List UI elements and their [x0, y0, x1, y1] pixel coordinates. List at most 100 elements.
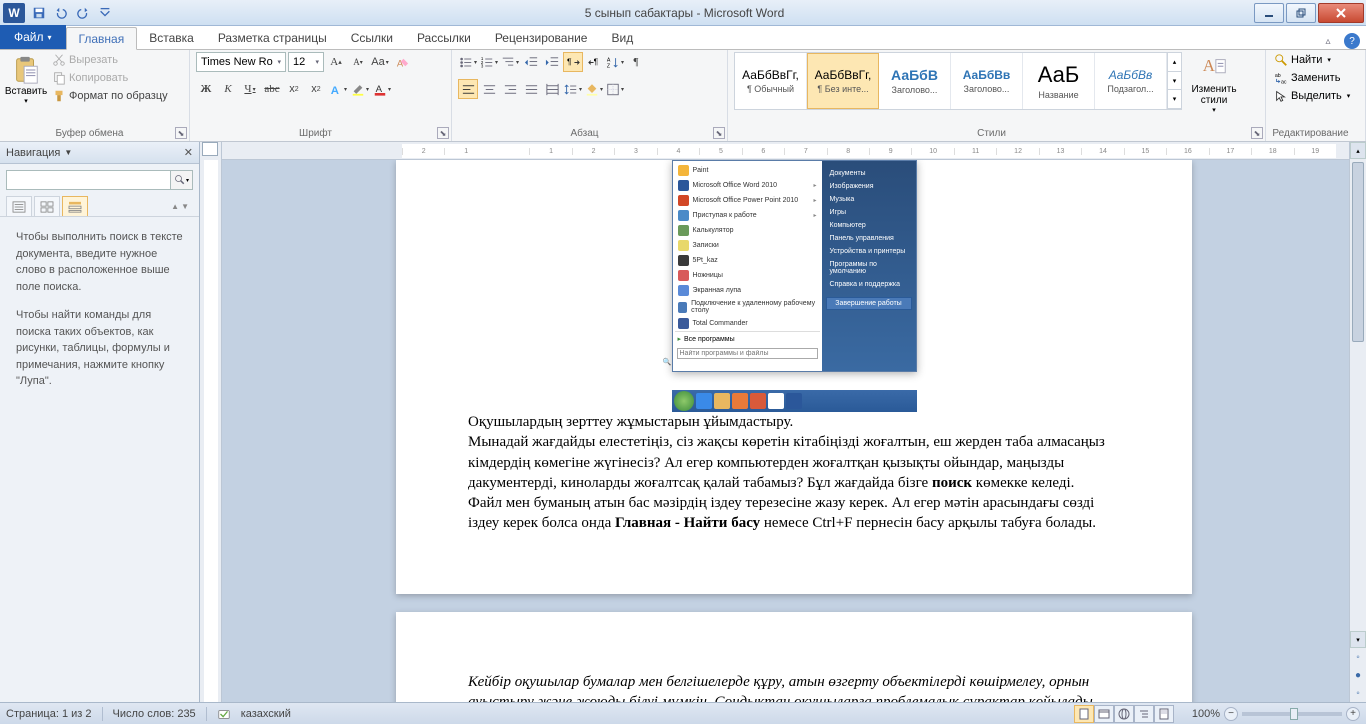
- decrease-indent-button[interactable]: [521, 52, 541, 72]
- font-color-button[interactable]: A: [372, 79, 392, 99]
- line-spacing-button[interactable]: [563, 79, 583, 99]
- justify-button[interactable]: [521, 79, 541, 99]
- zoom-value[interactable]: 100%: [1192, 708, 1220, 720]
- qat-customize-icon[interactable]: [95, 3, 115, 23]
- superscript-button[interactable]: x2: [306, 79, 326, 99]
- font-size-combo[interactable]: 12: [288, 52, 324, 72]
- align-left-button[interactable]: [458, 79, 478, 99]
- view-full-screen[interactable]: [1094, 705, 1114, 723]
- align-right-button[interactable]: [500, 79, 520, 99]
- numbering-button[interactable]: 123: [479, 52, 499, 72]
- style-normal[interactable]: АаБбВвГг,¶ Обычный: [735, 53, 807, 109]
- paragraph-launcher[interactable]: ⬊: [713, 127, 725, 139]
- minimize-button[interactable]: [1254, 3, 1284, 23]
- nav-tab-headings[interactable]: [6, 196, 32, 216]
- shading-button[interactable]: [584, 79, 604, 99]
- view-outline[interactable]: [1134, 705, 1154, 723]
- tab-references[interactable]: Ссылки: [339, 26, 405, 49]
- clipboard-launcher[interactable]: ⬊: [175, 127, 187, 139]
- prev-page-icon[interactable]: ◦: [1350, 649, 1366, 666]
- style-subtitle[interactable]: АаБбВвПодзагол...: [1095, 53, 1167, 109]
- copy-button[interactable]: Копировать: [50, 70, 170, 86]
- style-heading2[interactable]: АаБбВвЗаголово...: [951, 53, 1023, 109]
- file-tab[interactable]: Файл: [0, 25, 66, 49]
- change-case-button[interactable]: Aa: [370, 52, 390, 72]
- shrink-font-button[interactable]: A▾: [348, 52, 368, 72]
- ribbon-minimize-icon[interactable]: ▵: [1320, 33, 1336, 49]
- view-draft[interactable]: [1154, 705, 1174, 723]
- paste-button[interactable]: Вставить ▾: [6, 52, 46, 126]
- nav-next-icon[interactable]: ▼: [181, 202, 189, 211]
- view-print-layout[interactable]: [1074, 705, 1094, 723]
- increase-indent-button[interactable]: [542, 52, 562, 72]
- styles-scroll-up[interactable]: ▴: [1168, 53, 1181, 72]
- underline-button[interactable]: Ч: [240, 79, 260, 99]
- ltr-button[interactable]: ¶: [563, 52, 583, 72]
- find-button[interactable]: Найти▾: [1272, 52, 1352, 68]
- undo-icon[interactable]: [51, 3, 71, 23]
- style-heading1[interactable]: АаБбВЗаголово...: [879, 53, 951, 109]
- text-effects-button[interactable]: A: [328, 79, 348, 99]
- tab-insert[interactable]: Вставка: [137, 26, 206, 49]
- status-word-count[interactable]: Число слов: 235: [113, 708, 196, 720]
- grow-font-button[interactable]: A▴: [326, 52, 346, 72]
- bold-button[interactable]: Ж: [196, 79, 216, 99]
- zoom-slider[interactable]: [1242, 712, 1342, 716]
- tab-view[interactable]: Вид: [599, 26, 645, 49]
- tab-page-layout[interactable]: Разметка страницы: [206, 26, 339, 49]
- close-button[interactable]: [1318, 3, 1364, 23]
- vertical-scrollbar[interactable]: ▴ ▾ ◦ ● ◦: [1349, 142, 1366, 702]
- multilevel-list-button[interactable]: [500, 52, 520, 72]
- change-styles-button[interactable]: A Изменить стили ▾: [1186, 52, 1242, 126]
- next-page-icon[interactable]: ◦: [1350, 685, 1366, 702]
- styles-expand[interactable]: ▾: [1168, 90, 1181, 109]
- show-marks-button[interactable]: ¶: [626, 52, 646, 72]
- nav-close-icon[interactable]: ✕: [184, 146, 193, 159]
- nav-prev-icon[interactable]: ▲: [171, 202, 179, 211]
- styles-launcher[interactable]: ⬊: [1251, 127, 1263, 139]
- view-web-layout[interactable]: [1114, 705, 1134, 723]
- select-button[interactable]: Выделить▾: [1272, 88, 1352, 104]
- document-body[interactable]: Оқушылардың зерттеу жұмыстарын ұйымдасты…: [468, 412, 1120, 534]
- document-scroll[interactable]: PaintMicrosoft Office Word 2010▸Microsof…: [222, 160, 1366, 702]
- bullets-button[interactable]: [458, 52, 478, 72]
- font-name-combo[interactable]: Times New Ro: [196, 52, 286, 72]
- italic-button[interactable]: К: [218, 79, 238, 99]
- clear-formatting-button[interactable]: A: [392, 52, 412, 72]
- scroll-thumb[interactable]: [1352, 162, 1364, 342]
- subscript-button[interactable]: x2: [284, 79, 304, 99]
- highlight-button[interactable]: [350, 79, 370, 99]
- tab-mailings[interactable]: Рассылки: [405, 26, 483, 49]
- nav-dropdown-icon[interactable]: ▼: [64, 148, 72, 157]
- rtl-button[interactable]: ¶: [584, 52, 604, 72]
- nav-tab-pages[interactable]: [34, 196, 60, 216]
- help-icon[interactable]: ?: [1344, 33, 1360, 49]
- tab-review[interactable]: Рецензирование: [483, 26, 600, 49]
- align-center-button[interactable]: [479, 79, 499, 99]
- tab-selector[interactable]: [202, 142, 218, 156]
- styles-scroll-down[interactable]: ▾: [1168, 72, 1181, 91]
- nav-search-go-button[interactable]: ▾: [171, 170, 193, 190]
- strikethrough-button[interactable]: abc: [262, 79, 282, 99]
- borders-button[interactable]: [605, 79, 625, 99]
- status-page[interactable]: Страница: 1 из 2: [6, 708, 92, 720]
- save-icon[interactable]: [29, 3, 49, 23]
- replace-button[interactable]: abacЗаменить: [1272, 70, 1352, 86]
- scroll-down-icon[interactable]: ▾: [1350, 631, 1366, 648]
- format-painter-button[interactable]: Формат по образцу: [50, 88, 170, 104]
- zoom-out-button[interactable]: −: [1224, 707, 1238, 721]
- browse-object-icon[interactable]: ●: [1350, 667, 1366, 684]
- tab-home[interactable]: Главная: [66, 27, 138, 50]
- cut-button[interactable]: Вырезать: [50, 52, 170, 68]
- style-no-spacing[interactable]: АаБбВвГг,¶ Без инте...: [807, 53, 879, 109]
- restore-button[interactable]: [1286, 3, 1316, 23]
- nav-search-input[interactable]: [6, 170, 171, 190]
- zoom-in-button[interactable]: +: [1346, 707, 1360, 721]
- style-title[interactable]: АаБНазвание: [1023, 53, 1095, 109]
- distributed-button[interactable]: [542, 79, 562, 99]
- nav-tab-results[interactable]: [62, 196, 88, 216]
- redo-icon[interactable]: [73, 3, 93, 23]
- font-launcher[interactable]: ⬊: [437, 127, 449, 139]
- sort-button[interactable]: AZ: [605, 52, 625, 72]
- scroll-up-icon[interactable]: ▴: [1350, 142, 1366, 159]
